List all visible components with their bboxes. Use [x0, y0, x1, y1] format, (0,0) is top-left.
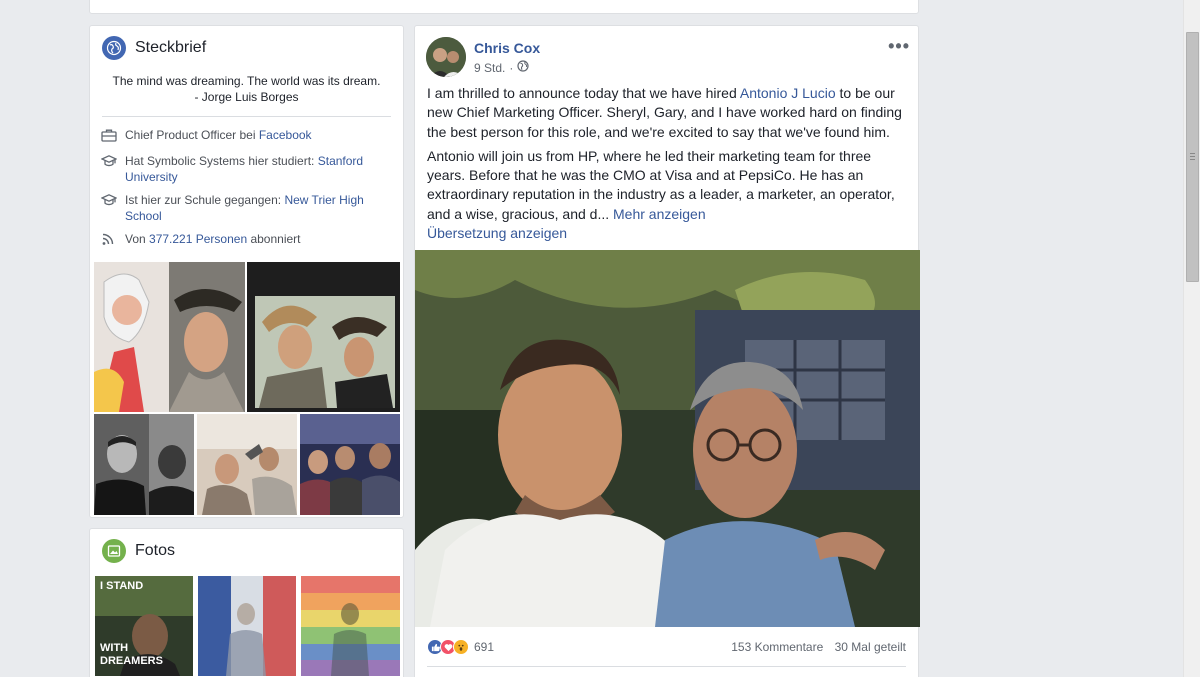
post-body: I am thrilled to announce today that we … [427, 84, 912, 243]
post-author[interactable]: Chris Cox [474, 40, 540, 56]
author-avatar[interactable] [426, 37, 466, 77]
mention-link[interactable]: Antonio J Lucio [740, 85, 836, 101]
bio-quote-line: The mind was dreaming. The world was its… [112, 74, 381, 88]
intro-item-school: Ist hier zur Schule gegangen: New Trier … [90, 192, 403, 224]
featured-photo-group[interactable] [197, 414, 297, 515]
globe-icon[interactable] [517, 60, 529, 75]
photo-dreamers[interactable]: I STAND WITH DREAMERS [95, 576, 193, 676]
rss-icon [101, 231, 119, 250]
link-followers[interactable]: 377.221 Personen [149, 232, 247, 246]
post-paragraph-1: I am thrilled to announce today that we … [427, 84, 912, 142]
featured-photo-crowd[interactable] [300, 414, 400, 515]
wow-reaction-icon [453, 639, 469, 655]
photos-title[interactable]: Fotos [135, 542, 175, 560]
divider [427, 666, 906, 667]
shares-count-link[interactable]: 30 Mal geteilt [835, 640, 906, 654]
photo-flag-rainbow[interactable] [301, 576, 400, 676]
post-text-span: I am thrilled to announce today that we … [427, 85, 740, 101]
photo-caption-mid: WITH [100, 642, 129, 654]
link-facebook[interactable]: Facebook [259, 128, 312, 142]
globe-icon [102, 36, 126, 60]
photo-caption-bottom: DREAMERS [100, 655, 163, 667]
see-translation-link[interactable]: Übersetzung anzeigen [427, 224, 912, 243]
intro-item-text-after: abonniert [247, 232, 301, 246]
graduation-cap-icon [100, 192, 119, 224]
post-stats: 153 Kommentare 30 Mal geteilt [723, 640, 906, 654]
photos-header: Fotos [90, 529, 403, 573]
graduation-cap-icon [100, 153, 119, 185]
intro-item-followers: Von 377.221 Personen abonniert [90, 231, 403, 250]
featured-photo-hats[interactable] [247, 262, 400, 412]
post-timestamp[interactable]: 9 Std. [474, 61, 505, 75]
post-photo[interactable] [415, 250, 920, 627]
intro-item-university: Hat Symbolic Systems hier studiert: Stan… [90, 153, 403, 185]
post-paragraph-2: Antonio will join us from HP, where he l… [427, 147, 912, 224]
featured-photo-selfie[interactable] [94, 262, 245, 412]
bio-attribution: - Jorge Luis Borges [194, 90, 299, 104]
featured-photo-bw[interactable] [94, 414, 194, 515]
intro-item-text: Hat Symbolic Systems hier studiert: [125, 154, 318, 168]
post-card: Chris Cox 9 Std. · ••• I am thrilled to … [414, 25, 920, 677]
intro-item-text: Von [125, 232, 150, 246]
featured-photos [94, 262, 400, 515]
photo-flag-france[interactable] [198, 576, 296, 676]
see-more-link[interactable]: Mehr anzeigen [613, 206, 706, 222]
previous-card [89, 0, 919, 14]
intro-item-text: Ist hier zur Schule gegangen: [125, 193, 285, 207]
intro-header: Steckbrief [90, 26, 403, 70]
scrollbar-grip-icon [1190, 153, 1195, 160]
photo-caption-top: I STAND [100, 580, 144, 592]
reaction-count: 691 [474, 640, 495, 654]
intro-card: Steckbrief The mind was dreaming. The wo… [89, 25, 404, 518]
photos-icon [102, 539, 126, 563]
divider [102, 116, 391, 117]
intro-bio: The mind was dreaming. The world was its… [90, 70, 403, 105]
photos-card: Fotos I STAND WITH DREAMERS [89, 528, 404, 677]
intro-item-work: Chief Product Officer bei Facebook [90, 127, 403, 146]
page-scrollbar[interactable] [1183, 0, 1200, 677]
more-options-icon[interactable]: ••• [888, 36, 910, 57]
intro-title: Steckbrief [135, 39, 207, 56]
post-meta: 9 Std. · [474, 60, 529, 75]
meta-dot: · [509, 60, 514, 75]
intro-item-text: Chief Product Officer bei [125, 128, 259, 142]
reactions-summary[interactable]: 691 [427, 639, 494, 655]
briefcase-icon [101, 127, 119, 146]
comments-count-link[interactable]: 153 Kommentare [731, 640, 823, 654]
scrollbar-thumb[interactable] [1186, 32, 1199, 282]
